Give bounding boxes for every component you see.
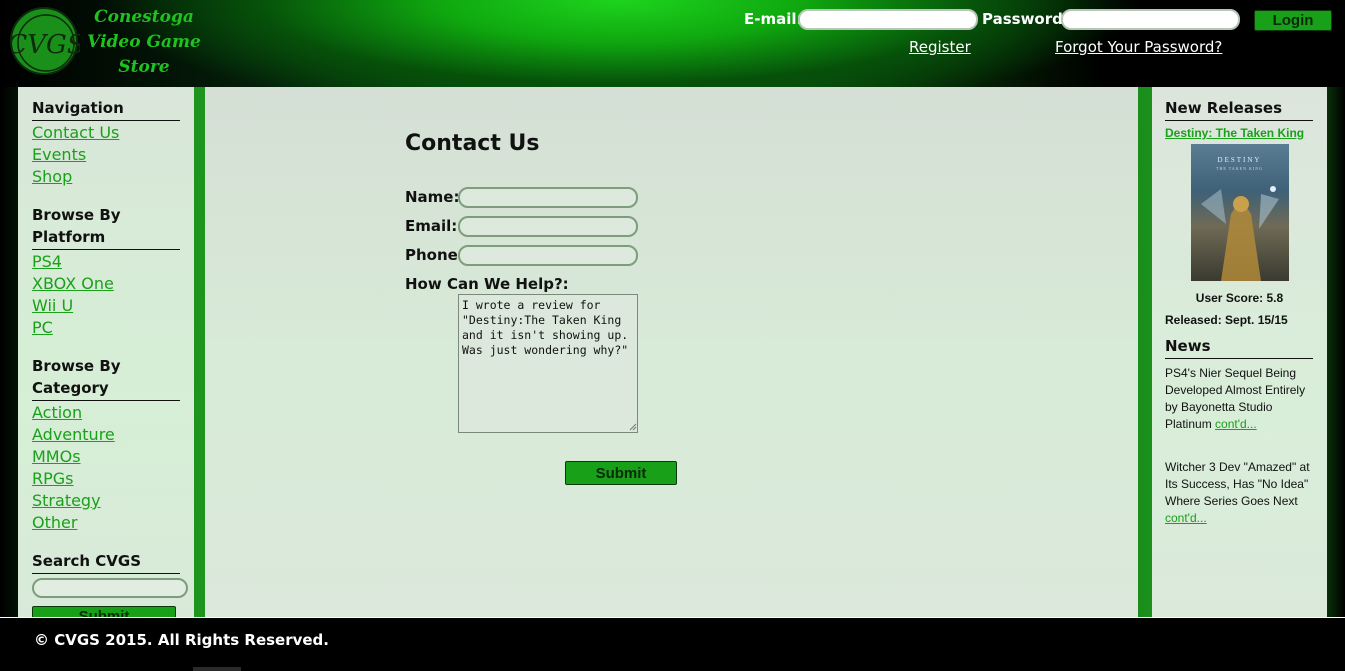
- nav-link-contact-us[interactable]: Contact Us: [32, 122, 180, 144]
- site-footer: © CVGS 2015. All Rights Reserved.: [0, 617, 1345, 671]
- brand-name-line-3: Store: [118, 57, 170, 77]
- footer-tab: [193, 667, 241, 671]
- navigation-heading: Navigation: [32, 97, 180, 121]
- page-title: Contact Us: [405, 131, 540, 156]
- brand-name-line-1: Conestoga: [94, 7, 194, 27]
- platform-list: PS4 XBOX One Wii U PC: [32, 251, 180, 339]
- news-item: PS4's Nier Sequel Being Developed Almost…: [1165, 365, 1313, 433]
- platform-link-pc[interactable]: PC: [32, 317, 180, 339]
- forgot-password-link[interactable]: Forgot Your Password?: [1055, 38, 1222, 56]
- email-label: E-mail:: [744, 10, 803, 28]
- nav-link-events[interactable]: Events: [32, 144, 180, 166]
- login-button[interactable]: Login: [1254, 10, 1332, 31]
- category-link-other[interactable]: Other: [32, 512, 180, 534]
- category-link-action[interactable]: Action: [32, 402, 180, 424]
- contact-submit-button[interactable]: Submit: [565, 461, 677, 485]
- site-header: CVGS Conestoga Video Game Store E-mail: …: [0, 0, 1345, 87]
- register-link[interactable]: Register: [909, 38, 971, 56]
- brand-name: Conestoga Video Game Store: [84, 5, 204, 80]
- password-label: Password:: [982, 10, 1069, 28]
- new-releases-heading: New Releases: [1165, 97, 1313, 121]
- login-email-input[interactable]: [798, 9, 978, 30]
- left-sidebar: Navigation Contact Us Events Shop Browse…: [18, 87, 194, 627]
- news-item: Witcher 3 Dev "Amazed" at Its Success, H…: [1165, 459, 1313, 527]
- login-password-input[interactable]: [1061, 9, 1240, 30]
- email-field-label: Email:: [405, 217, 458, 235]
- help-label: How Can We Help?:: [405, 275, 569, 293]
- news-heading: News: [1165, 335, 1313, 359]
- news-text: Witcher 3 Dev "Amazed" at Its Success, H…: [1165, 460, 1310, 508]
- news-continue-link[interactable]: cont'd...: [1215, 417, 1257, 431]
- category-link-adventure[interactable]: Adventure: [32, 424, 180, 446]
- category-link-rpgs[interactable]: RPGs: [32, 468, 180, 490]
- nav-link-shop[interactable]: Shop: [32, 166, 180, 188]
- search-input[interactable]: [32, 578, 188, 598]
- category-list: Action Adventure MMOs RPGs Strategy Othe…: [32, 402, 180, 534]
- cover-artwork-icon: [1200, 186, 1279, 281]
- resize-grip-icon[interactable]: [629, 423, 637, 431]
- user-score: User Score: 5.8: [1195, 291, 1284, 305]
- platform-heading: Browse By Platform: [32, 204, 180, 250]
- platform-link-ps4[interactable]: PS4: [32, 251, 180, 273]
- main-content: Contact Us Name: Email: Phone: How Can W…: [205, 87, 1138, 617]
- platform-link-wii-u[interactable]: Wii U: [32, 295, 180, 317]
- brand-name-line-2: Video Game: [87, 32, 201, 52]
- category-link-mmos[interactable]: MMOs: [32, 446, 180, 468]
- logo-initials: CVGS: [12, 30, 80, 60]
- release-date: Released: Sept. 15/15: [1165, 313, 1288, 327]
- email-field[interactable]: [458, 216, 638, 237]
- cvgs-logo[interactable]: CVGS: [10, 7, 80, 75]
- category-link-strategy[interactable]: Strategy: [32, 490, 180, 512]
- category-heading: Browse By Category: [32, 355, 180, 401]
- help-textarea[interactable]: I wrote a review for "Destiny:The Taken …: [458, 294, 638, 433]
- release-title-link[interactable]: Destiny: The Taken King: [1165, 126, 1314, 140]
- navigation-list: Contact Us Events Shop: [32, 122, 180, 188]
- copyright-text: © CVGS 2015. All Rights Reserved.: [34, 631, 329, 649]
- phone-label: Phone:: [405, 246, 464, 264]
- right-sidebar: New Releases Destiny: The Taken King DES…: [1152, 87, 1327, 617]
- news-continue-link[interactable]: cont'd...: [1165, 511, 1207, 525]
- name-field[interactable]: [458, 187, 638, 208]
- game-cover-image[interactable]: DESTINY THE TAKEN KING: [1190, 144, 1289, 281]
- platform-link-xbox-one[interactable]: XBOX One: [32, 273, 180, 295]
- search-heading: Search CVGS: [32, 550, 180, 574]
- phone-field[interactable]: [458, 245, 638, 266]
- name-label: Name:: [405, 188, 460, 206]
